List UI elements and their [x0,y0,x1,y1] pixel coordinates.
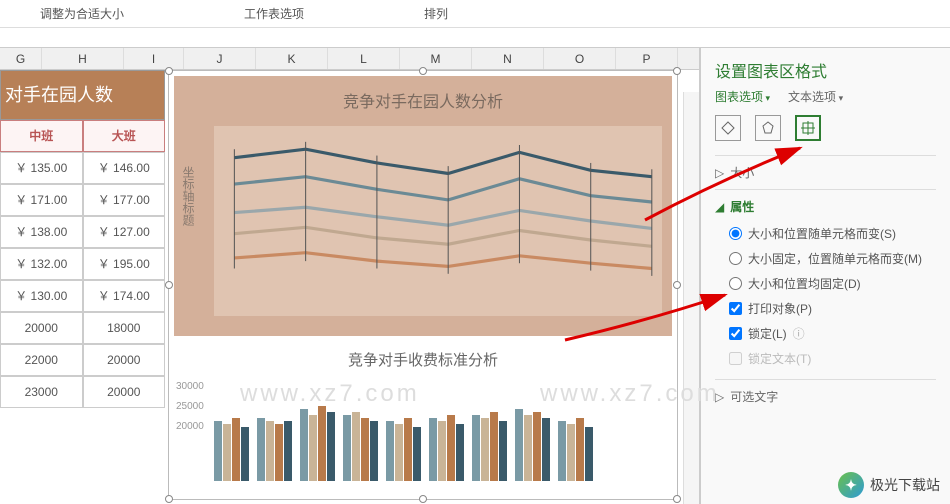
chart1-ylabel: 坐标轴标题 [180,166,197,226]
section-attributes[interactable]: ◢ 属性 [715,198,936,215]
cell[interactable]: ￥ 132.00 [0,248,83,280]
formula-bar[interactable] [0,28,950,48]
cell[interactable]: 20000 [0,312,83,344]
radio-move-size[interactable]: 大小和位置随单元格而变(S) [729,221,936,246]
section-alt-label: 可选文字 [730,388,778,405]
cell[interactable]: ￥ 130.00 [0,280,83,312]
ribbon-group-size[interactable]: 调整为合适大小 [40,5,124,22]
tab-chart-options[interactable]: 图表选项 [715,88,770,105]
section-size-label: 大小 [730,164,754,181]
col-I[interactable]: I [124,48,184,69]
chevron-right-icon: ▷ [715,166,724,180]
logo-icon: ✦ [838,472,864,498]
cell[interactable]: ￥ 138.00 [0,216,83,248]
cell[interactable]: 23000 [0,376,83,408]
tab-text-options[interactable]: 文本选项 [788,88,843,105]
ytick: 20000 [176,421,204,432]
chart-2[interactable]: 竞争对手收费标准分析 30000 25000 20000 [174,341,672,481]
ribbon-group-sheet[interactable]: 工作表选项 [244,5,304,22]
fill-icon[interactable] [715,115,741,141]
col-K[interactable]: K [256,48,328,69]
col-O[interactable]: O [544,48,616,69]
chart1-title: 竞争对手在园人数分析 [174,76,672,124]
header-big[interactable]: 大班 [83,120,166,152]
cell[interactable]: ￥ 146.00 [83,152,166,184]
ribbon-groups: 调整为合适大小 工作表选项 排列 [0,0,950,28]
radio-label: 大小固定，位置随单元格而变(M) [748,250,922,267]
effects-icon[interactable] [755,115,781,141]
ytick: 25000 [176,401,204,412]
col-J[interactable]: J [184,48,256,69]
column-headers: G H I J K L M N O P [0,48,699,70]
chart-object[interactable]: 竞争对手在园人数分析 坐标轴标题 [168,70,678,500]
col-N[interactable]: N [472,48,544,69]
radio-label: 大小和位置均固定(D) [748,275,861,292]
section-alt-text[interactable]: ▷可选文字 [715,388,936,405]
chart1-plot [214,126,662,316]
col-G[interactable]: G [0,48,42,69]
ribbon-group-arrange[interactable]: 排列 [424,5,448,22]
cell[interactable]: 20000 [83,344,166,376]
format-pane: 设置图表区格式 图表选项 文本选项 ▷ 大小 ◢ 属性 大小和位置随单元格而变(S)… [700,48,950,504]
header-mid[interactable]: 中班 [0,120,83,152]
col-H[interactable]: H [42,48,124,69]
cell[interactable]: ￥ 177.00 [83,184,166,216]
site-logo: ✦ 极光下载站 [838,472,940,498]
worksheet-area[interactable]: G H I J K L M N O P 对手在园人数 中班 大班 ￥ 135.0… [0,48,700,504]
chart2-title: 竞争对手收费标准分析 [174,341,672,378]
col-L[interactable]: L [328,48,400,69]
col-M[interactable]: M [400,48,472,69]
chevron-down-icon: ◢ [715,200,724,214]
table-title: 对手在园人数 [0,70,165,120]
radio-label: 大小和位置随单元格而变(S) [748,225,896,242]
check-print[interactable]: 打印对象(P) [729,296,936,321]
radio-fixed[interactable]: 大小和位置均固定(D) [729,271,936,296]
cell[interactable]: 22000 [0,344,83,376]
ytick: 30000 [176,381,204,392]
cell[interactable]: 20000 [83,376,166,408]
check-label: 打印对象(P) [748,300,812,317]
radio-move-only[interactable]: 大小固定，位置随单元格而变(M) [729,246,936,271]
watermark: www.xz7.com [240,380,420,408]
data-table: 对手在园人数 中班 大班 ￥ 135.00￥ 146.00 ￥ 171.00￥ … [0,70,165,408]
section-attr-label: 属性 [730,198,754,215]
info-icon[interactable]: ⓘ [793,325,805,342]
cell[interactable]: ￥ 174.00 [83,280,166,312]
chart-1[interactable]: 竞争对手在园人数分析 坐标轴标题 [174,76,672,336]
cell[interactable]: ￥ 135.00 [0,152,83,184]
col-P[interactable]: P [616,48,678,69]
vertical-scrollbar[interactable] [683,92,699,504]
section-size[interactable]: ▷ 大小 [715,164,936,181]
size-props-icon[interactable] [795,115,821,141]
cell[interactable]: ￥ 171.00 [0,184,83,216]
table-header-row: 中班 大班 [0,120,165,152]
pane-title: 设置图表区格式 [715,58,936,82]
check-label: 锁定文本(T) [748,350,811,367]
check-lock[interactable]: 锁定(L) ⓘ [729,321,936,346]
watermark: www.xz7.com [540,380,720,408]
check-label: 锁定(L) [748,325,787,342]
logo-text: 极光下载站 [870,475,940,495]
cell[interactable]: 18000 [83,312,166,344]
check-lock-text: 锁定文本(T) [729,346,936,371]
cell[interactable]: ￥ 127.00 [83,216,166,248]
cell[interactable]: ￥ 195.00 [83,248,166,280]
